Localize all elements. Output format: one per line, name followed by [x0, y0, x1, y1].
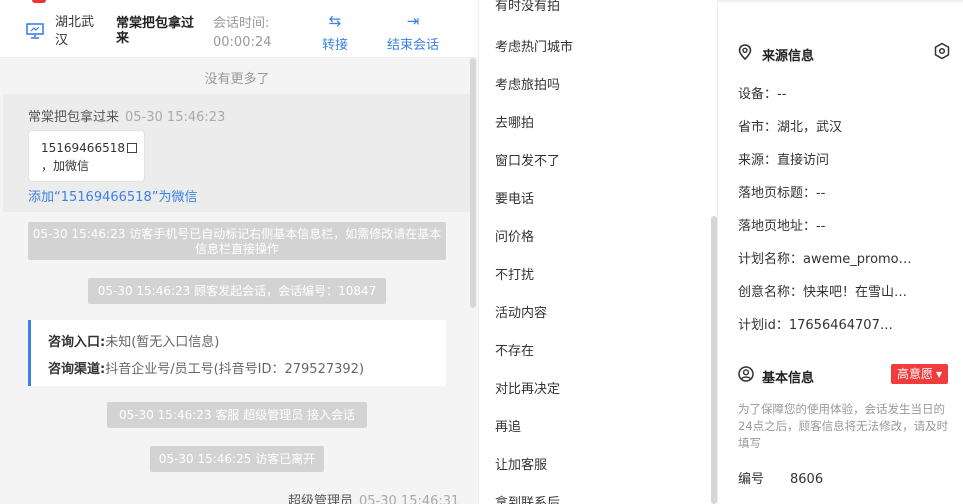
message-text: ，加微信	[41, 159, 90, 173]
quick-reply-item[interactable]: 再追	[495, 416, 521, 435]
number-field: 编号 8606	[738, 468, 823, 487]
basic-info-title: 基本信息	[738, 366, 814, 386]
system-notice-agent-join: 05-30 15:46:23 客服 超级管理员 接入会话	[107, 402, 367, 428]
quick-reply-item[interactable]: 不打扰	[495, 264, 534, 283]
consult-info-card: 咨询入口:未知(暂无入口信息) 咨询渠道:抖音企业号/员工号(抖音号ID：279…	[28, 320, 446, 386]
consult-entry-value: 未知(暂无入口信息)	[105, 335, 220, 350]
source-field: 来源：直接访问	[738, 153, 830, 168]
number-value: 8606	[790, 472, 824, 487]
quick-reply-scrollbar[interactable]	[711, 216, 717, 504]
intent-level-dropdown[interactable]: 高意愿 ▼	[891, 364, 949, 384]
location-pin-icon	[738, 44, 754, 64]
session-time-label: 会话时间:	[213, 16, 270, 31]
message-timestamp: 05-30 15:46:23	[125, 110, 226, 125]
intent-level-label: 高意愿	[897, 367, 934, 381]
plan-id-field: 计划id：17656464707…	[738, 318, 893, 333]
landing-title-field: 落地页标题：--	[738, 186, 826, 201]
quick-reply-list: 有时没有拍 考虑热门城市 考虑旅拍吗 去哪拍 窗口发不了 要电话 问价格 不打扰…	[478, 0, 718, 504]
quick-reply-item[interactable]: 不存在	[495, 340, 534, 359]
system-notice-session-start: 05-30 15:46:23 顾客发起会话，会话编号：10847	[88, 278, 386, 304]
consult-entry-label: 咨询入口:	[48, 335, 106, 350]
transfer-icon: ⇆	[328, 12, 342, 30]
number-label: 编号	[738, 472, 765, 487]
copy-icon[interactable]	[126, 143, 137, 153]
caret-down-icon: ▼	[936, 370, 943, 379]
chat-workspace: 湖北武汉 常棠把包拿过来 会话时间: 00:00:24 ⇆ 转接 ⇥ 结束会话 …	[0, 0, 963, 504]
consult-entry-row: 咨询入口:未知(暂无入口信息)	[48, 329, 446, 356]
plan-name-field: 计划名称：aweme_promot…	[738, 252, 916, 267]
sender-name: 常棠把包拿过来	[28, 110, 120, 125]
transfer-button[interactable]: ⇆ 转接	[322, 12, 348, 53]
exit-icon: ⇥	[406, 12, 420, 30]
quick-reply-item[interactable]: 拿到联系后	[495, 492, 560, 504]
chat-scrollbar[interactable]	[470, 58, 476, 308]
visitor-message: 常棠把包拿过来 05-30 15:46:23 15169466518 ，加微信 添…	[3, 94, 471, 212]
quick-reply-item[interactable]: 考虑旅拍吗	[495, 74, 560, 93]
visitor-location: 湖北武汉	[55, 15, 95, 48]
visitor-info-panel: 来源信息 设备：-- 省市：湖北，武汉 来源：直接访问 落地页标题：-- 落地页…	[718, 0, 963, 504]
end-session-label: 结束会话	[387, 38, 440, 53]
end-session-button[interactable]: ⇥ 结束会话	[387, 12, 439, 53]
basic-info-label: 基本信息	[762, 371, 815, 386]
user-icon	[738, 366, 754, 386]
chat-message-list[interactable]: 没有更多了 常棠把包拿过来 05-30 15:46:23 15169466518 …	[3, 58, 471, 504]
consult-channel-label: 咨询渠道:	[48, 362, 106, 377]
tab-indicator	[32, 0, 46, 3]
quick-reply-item[interactable]: 去哪拍	[495, 112, 534, 131]
message-bubble: 15169466518 ，加微信	[28, 130, 145, 182]
session-time-value: 00:00:24	[213, 35, 272, 50]
quick-reply-item[interactable]: 让加客服	[495, 454, 547, 473]
quick-reply-item[interactable]: 活动内容	[495, 302, 547, 321]
consult-channel-value: 抖音企业号/员工号(抖音号ID：279527392)	[105, 362, 365, 377]
chat-header: 湖北武汉 常棠把包拿过来 会话时间: 00:00:24 ⇆ 转接 ⇥ 结束会话	[0, 0, 478, 58]
quick-reply-item[interactable]: 考虑热门城市	[495, 36, 573, 55]
agent-name: 超级管理员	[288, 494, 354, 504]
consult-channel-row: 咨询渠道:抖音企业号/员工号(抖音号ID：279527392)	[48, 356, 446, 383]
agent-timestamp: 05-30 15:46:31	[359, 494, 460, 504]
system-notice-autotag: 05-30 15:46:23 访客手机号已自动标记右侧基本信息栏，如需修改请在基…	[28, 222, 446, 260]
source-info-title: 来源信息	[738, 44, 814, 64]
quick-reply-item[interactable]: 窗口发不了	[495, 150, 560, 169]
system-notice-visitor-left: 05-30 15:46:25 访客已离开	[150, 446, 324, 472]
landing-url-field: 落地页地址：--	[738, 219, 826, 234]
add-wechat-link[interactable]: 添加“15169466518”为微信	[28, 186, 197, 205]
device-field: 设备：--	[738, 87, 787, 102]
no-more-text: 没有更多了	[204, 72, 270, 87]
monitor-icon	[26, 23, 44, 39]
chat-panel: 湖北武汉 常棠把包拿过来 会话时间: 00:00:24 ⇆ 转接 ⇥ 结束会话 …	[0, 0, 478, 504]
eye-icon[interactable]	[933, 42, 951, 60]
source-info-label: 来源信息	[762, 49, 815, 64]
quick-reply-item[interactable]: 对比再决定	[495, 378, 560, 397]
agent-message-sender: 超级管理员 05-30 15:46:31	[288, 490, 459, 504]
quick-reply-item[interactable]: 有时没有拍	[495, 0, 560, 14]
phone-number: 15169466518	[41, 141, 125, 155]
creative-name-field: 创意名称：快来吧！在雪山…	[738, 285, 908, 300]
edit-deadline-hint: 为了保障您的使用体验，会话发生当日的24点之后，顾客信息将无法修改，请及时填写	[738, 402, 949, 450]
quick-reply-item[interactable]: 问价格	[495, 226, 534, 245]
quick-reply-item[interactable]: 要电话	[495, 188, 534, 207]
visitor-name: 常棠把包拿过来	[116, 16, 195, 46]
message-sender: 常棠把包拿过来 05-30 15:46:23	[28, 106, 225, 125]
province-field: 省市：湖北，武汉	[738, 120, 843, 135]
transfer-label: 转接	[322, 38, 349, 53]
